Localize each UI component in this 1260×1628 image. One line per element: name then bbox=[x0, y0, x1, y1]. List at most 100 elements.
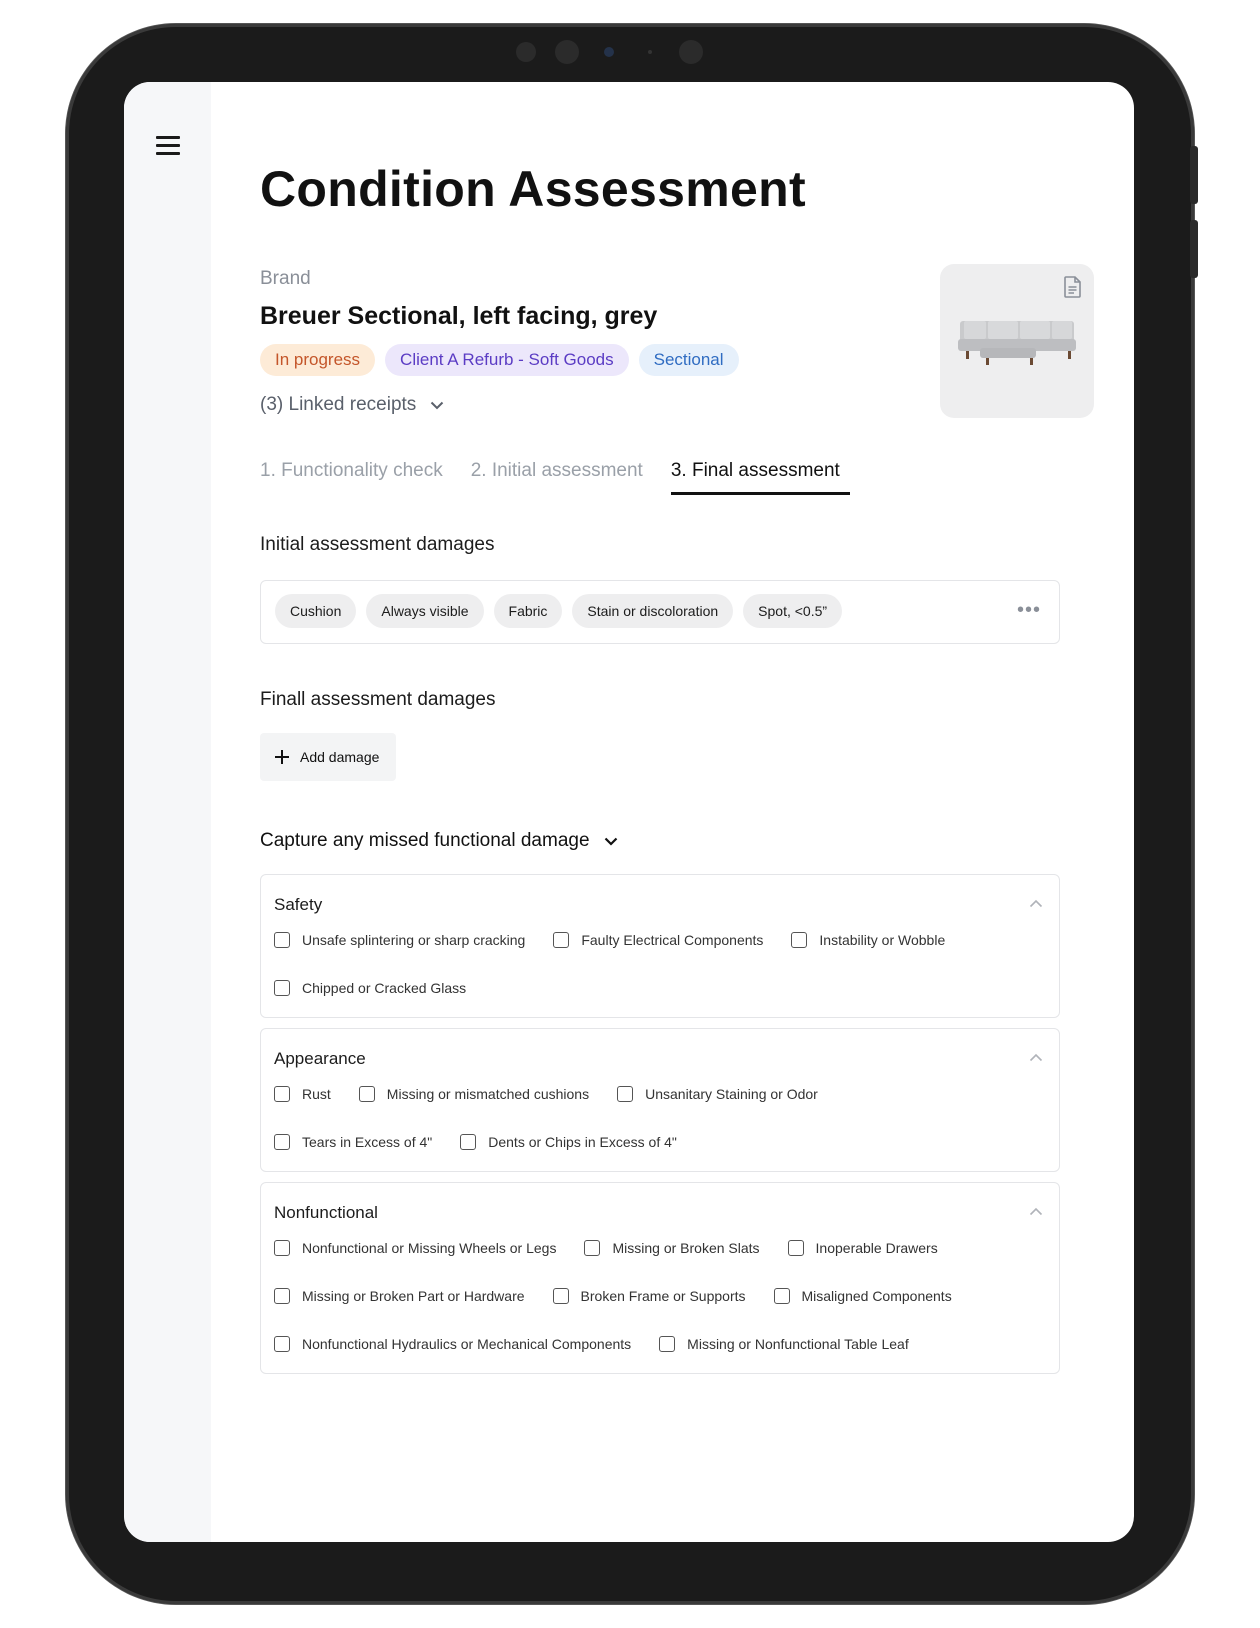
checkbox-row: Chipped or Cracked Glass bbox=[274, 980, 494, 996]
checkbox-rust[interactable]: Rust bbox=[274, 1086, 331, 1102]
checkbox-chipped-glass[interactable]: Chipped or Cracked Glass bbox=[274, 980, 466, 996]
camera-bar bbox=[0, 40, 1260, 66]
checkbox-box[interactable] bbox=[274, 1336, 290, 1352]
checkbox-instability[interactable]: Instability or Wobble bbox=[791, 932, 945, 948]
status-badge: In progress bbox=[260, 344, 376, 376]
checkbox-label: Nonfunctional or Missing Wheels or Legs bbox=[302, 1240, 557, 1256]
checkbox-box[interactable] bbox=[274, 1086, 290, 1102]
initial-damages-box: Cushion Always visible Fabric Stain or d… bbox=[260, 580, 1060, 644]
checkbox-box[interactable] bbox=[274, 1134, 290, 1150]
appearance-group: Appearance Rust Missing or mismatched cu… bbox=[260, 1028, 1060, 1172]
chevron-up-icon[interactable] bbox=[1029, 1053, 1043, 1062]
nonfunctional-group: Nonfunctional Nonfunctional or Missing W… bbox=[260, 1182, 1060, 1374]
initial-damages-heading: Initial assessment damages bbox=[260, 534, 495, 555]
checkbox-hydraulics[interactable]: Nonfunctional Hydraulics or Mechanical C… bbox=[274, 1336, 631, 1352]
checkbox-row: Unsafe splintering or sharp cracking Fau… bbox=[274, 932, 973, 948]
app-screen: Condition Assessment Brand Breuer Sectio… bbox=[124, 82, 1134, 1542]
checkbox-label: Chipped or Cracked Glass bbox=[302, 980, 467, 996]
chevron-down-icon bbox=[604, 837, 617, 846]
checkbox-box[interactable] bbox=[584, 1240, 601, 1256]
checkbox-inoperable-drawers[interactable]: Inoperable Drawers bbox=[787, 1240, 938, 1256]
more-options-icon[interactable]: ••• bbox=[1017, 600, 1041, 620]
checkbox-box[interactable] bbox=[274, 1288, 290, 1304]
brand-label: Brand bbox=[260, 268, 311, 289]
checkbox-broken-hardware[interactable]: Missing or Broken Part or Hardware bbox=[274, 1288, 525, 1304]
group-title: Safety bbox=[274, 895, 323, 914]
checkbox-box[interactable] bbox=[553, 932, 570, 948]
checkbox-broken-frame[interactable]: Broken Frame or Supports bbox=[552, 1288, 746, 1304]
tab-final-assessment[interactable]: 3. Final assessment bbox=[670, 460, 850, 495]
checkbox-box[interactable] bbox=[791, 932, 808, 948]
checkbox-table-leaf[interactable]: Missing or Nonfunctional Table Leaf bbox=[659, 1336, 909, 1352]
add-damage-label: Add damage bbox=[300, 749, 380, 765]
checkbox-label: Instability or Wobble bbox=[819, 932, 946, 948]
hamburger-menu-icon[interactable] bbox=[156, 136, 180, 156]
chevron-down-icon bbox=[431, 401, 444, 409]
badge-group: In progress Client A Refurb - Soft Goods… bbox=[260, 344, 739, 376]
checkbox-label: Faulty Electrical Components bbox=[581, 932, 764, 948]
damage-chip: Spot, <0.5” bbox=[743, 594, 843, 628]
checkbox-broken-slats[interactable]: Missing or Broken Slats bbox=[584, 1240, 760, 1256]
category-badge: Sectional bbox=[638, 344, 739, 376]
checkbox-box[interactable] bbox=[358, 1086, 375, 1102]
final-damages-heading: Finall assessment damages bbox=[260, 689, 496, 710]
tab-initial-assessment[interactable]: 2. Initial assessment bbox=[471, 460, 643, 495]
checkbox-tears[interactable]: Tears in Excess of 4" bbox=[274, 1134, 432, 1150]
checkbox-label: Misaligned Components bbox=[801, 1288, 952, 1304]
capture-missed-damage-toggle[interactable]: Capture any missed functional damage bbox=[260, 830, 618, 852]
checkbox-box[interactable] bbox=[274, 932, 290, 948]
group-title: Nonfunctional bbox=[274, 1203, 378, 1222]
side-rail bbox=[124, 82, 211, 1542]
checkbox-label: Tears in Excess of 4" bbox=[302, 1134, 433, 1150]
client-badge: Client A Refurb - Soft Goods bbox=[385, 344, 629, 376]
checkbox-missing-cushions[interactable]: Missing or mismatched cushions bbox=[358, 1086, 589, 1102]
volume-up-button bbox=[1190, 146, 1198, 204]
checkbox-box[interactable] bbox=[659, 1336, 676, 1352]
damage-chip: Stain or discoloration bbox=[572, 594, 734, 628]
checkbox-label: Unsafe splintering or sharp cracking bbox=[302, 932, 526, 948]
checkbox-label: Inoperable Drawers bbox=[815, 1240, 938, 1256]
checkbox-box[interactable] bbox=[787, 1240, 804, 1256]
checkbox-box[interactable] bbox=[460, 1134, 477, 1150]
checkbox-wheels-legs[interactable]: Nonfunctional or Missing Wheels or Legs bbox=[274, 1240, 556, 1256]
checkbox-label: Nonfunctional Hydraulics or Mechanical C… bbox=[302, 1336, 632, 1352]
checkbox-box[interactable] bbox=[274, 1240, 290, 1256]
checkbox-box[interactable] bbox=[552, 1288, 569, 1304]
damage-chip: Always visible bbox=[366, 594, 484, 628]
checkbox-label: Dents or Chips in Excess of 4" bbox=[488, 1134, 677, 1150]
assessment-tabs: 1. Functionality check 2. Initial assess… bbox=[260, 460, 878, 495]
safety-group: Safety Unsafe splintering or sharp crack… bbox=[260, 874, 1060, 1018]
sofa-image bbox=[958, 321, 1076, 365]
linked-receipts-label: (3) Linked receipts bbox=[260, 394, 417, 415]
group-title: Appearance bbox=[274, 1049, 366, 1068]
chevron-up-icon[interactable] bbox=[1029, 899, 1043, 908]
checkbox-row: Rust Missing or mismatched cushions Unsa… bbox=[274, 1086, 846, 1102]
checkbox-unsanitary[interactable]: Unsanitary Staining or Odor bbox=[617, 1086, 818, 1102]
checkbox-label: Missing or Nonfunctional Table Leaf bbox=[687, 1336, 909, 1352]
checkbox-label: Unsanitary Staining or Odor bbox=[645, 1086, 818, 1102]
checkbox-label: Missing or Broken Slats bbox=[612, 1240, 760, 1256]
capture-label: Capture any missed functional damage bbox=[260, 830, 590, 851]
checkbox-faulty-electrical[interactable]: Faulty Electrical Components bbox=[553, 932, 763, 948]
checkbox-box[interactable] bbox=[773, 1288, 790, 1304]
checkbox-box[interactable] bbox=[617, 1086, 634, 1102]
checkbox-unsafe-splintering[interactable]: Unsafe splintering or sharp cracking bbox=[274, 932, 525, 948]
product-thumbnail[interactable] bbox=[940, 264, 1094, 418]
damage-chip: Cushion bbox=[275, 594, 357, 628]
checkbox-label: Rust bbox=[302, 1086, 331, 1102]
checkbox-label: Missing or Broken Part or Hardware bbox=[302, 1288, 525, 1304]
tab-functionality-check[interactable]: 1. Functionality check bbox=[260, 460, 443, 495]
chevron-up-icon[interactable] bbox=[1029, 1207, 1043, 1216]
checkbox-dents[interactable]: Dents or Chips in Excess of 4" bbox=[460, 1134, 677, 1150]
linked-receipts-toggle[interactable]: (3) Linked receipts bbox=[260, 394, 444, 416]
checkbox-misaligned[interactable]: Misaligned Components bbox=[773, 1288, 952, 1304]
checkbox-box[interactable] bbox=[274, 980, 290, 996]
plus-icon bbox=[275, 750, 289, 764]
checkbox-label: Broken Frame or Supports bbox=[580, 1288, 746, 1304]
product-name: Breuer Sectional, left facing, grey bbox=[260, 302, 658, 330]
checkbox-row: Nonfunctional or Missing Wheels or Legs … bbox=[274, 1240, 966, 1256]
add-damage-button[interactable]: Add damage bbox=[260, 733, 396, 781]
damage-chip: Fabric bbox=[493, 594, 563, 628]
volume-down-button bbox=[1190, 220, 1198, 278]
checkbox-row: Missing or Broken Part or Hardware Broke… bbox=[274, 1288, 980, 1304]
